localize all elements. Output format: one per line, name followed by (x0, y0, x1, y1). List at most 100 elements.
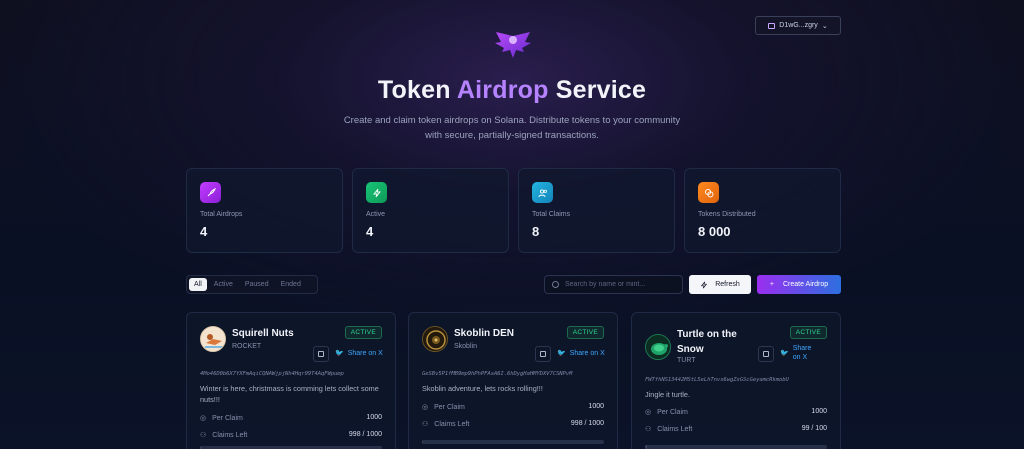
per-claim-row: ◎ Per Claim 1000 (645, 408, 827, 416)
stat-label: Tokens Distributed (698, 211, 756, 218)
mint-address: 4Mo46D0b6X7YXFmAqiCQNAWjpjNh4Hqr99T4AqFW… (200, 371, 344, 377)
chevron-down-icon: ⌄ (821, 22, 828, 30)
copy-mint-button[interactable] (313, 346, 329, 362)
per-claim-label: Per Claim (657, 408, 688, 416)
claims-left-row: ⚇ Claims Left 998 / 1000 (422, 420, 604, 428)
search-box (544, 275, 683, 294)
claims-left-label: Claims Left (212, 431, 248, 439)
copy-mint-button[interactable] (758, 346, 774, 362)
airdrop-description: Jingle it turtle. (645, 390, 691, 399)
token-avatar (645, 334, 671, 360)
stat-card-active: Active 4 (352, 168, 509, 253)
status-filter-tabs: All Active Paused Ended (186, 275, 318, 294)
stat-card-tokens-distributed: Tokens Distributed 8 000 (684, 168, 841, 253)
page-subtitle: Create and claim token airdrops on Solan… (343, 115, 681, 141)
claims-progress-bar (422, 440, 604, 444)
airdrop-card[interactable]: Squirell Nuts ROCKET ACTIVE 🐦 Share on X… (186, 312, 396, 449)
claims-left-value: 998 / 1000 (348, 431, 382, 438)
per-claim-value: 1000 (588, 403, 604, 410)
per-claim-row: ◎ Per Claim 1000 (200, 414, 382, 422)
wallet-icon (768, 22, 776, 29)
airdrop-card[interactable]: Turtle on the Snow TURT ACTIVE 🐦 Share o… (631, 312, 841, 449)
token-name: Skoblin DEN (454, 328, 515, 339)
per-claim-row: ◎ Per Claim 1000 (422, 403, 604, 411)
users-icon: ⚇ (422, 421, 429, 428)
token-symbol: ROCKET (232, 343, 262, 350)
share-label: Share on X (347, 349, 383, 357)
airdrop-description: Skoblin adventure, lets rocks rolling!!! (422, 384, 543, 393)
stat-value: 8 000 (698, 224, 731, 239)
wallet-button[interactable]: D1wG...zgry ⌄ (755, 16, 841, 35)
coins-icon: ◎ (200, 415, 207, 422)
eagle-logo-icon (495, 32, 531, 58)
per-claim-value: 1000 (811, 408, 827, 415)
tab-active[interactable]: Active (209, 278, 238, 291)
share-on-x-link[interactable]: 🐦 Share on X (335, 349, 383, 358)
stat-card-total-airdrops: Total Airdrops 4 (186, 168, 343, 253)
token-symbol: TURT (677, 357, 696, 364)
token-name: Squirell Nuts (232, 328, 294, 339)
claims-left-row: ⚇ Claims Left 99 / 100 (645, 425, 827, 433)
share-label: Share on X (792, 345, 812, 361)
title-part-1: Token (377, 76, 451, 104)
copy-icon (540, 351, 546, 357)
search-input[interactable] (565, 281, 675, 288)
token-symbol: Skoblin (454, 343, 477, 350)
coins-icon: ◎ (422, 404, 429, 411)
twitter-icon: 🐦 (780, 349, 789, 357)
status-badge: ACTIVE (344, 326, 382, 339)
create-airdrop-button[interactable]: + Create Airdrop (757, 275, 841, 294)
claims-progress-fill (645, 445, 647, 449)
tab-ended[interactable]: Ended (276, 278, 306, 291)
twitter-icon: 🐦 (335, 350, 344, 357)
stat-value: 8 (532, 224, 540, 239)
page-title: Token Airdrop Service (0, 76, 1024, 105)
airdrop-description: Winter is here, christmass is comming le… (200, 384, 379, 404)
share-on-x-link[interactable]: 🐦 Share on X (557, 349, 605, 358)
airdrop-card[interactable]: Skoblin DEN Skoblin ACTIVE 🐦 Share on X … (408, 312, 618, 449)
mint-address: GeSBv5P1fMB9mp9hPhPFAsA6I.6hDygHaHMYDXV7… (422, 371, 573, 377)
share-on-x-link[interactable]: 🐦 Share on X (780, 344, 818, 362)
search-icon (552, 281, 559, 288)
title-accent: Airdrop (456, 76, 549, 104)
create-airdrop-label: Create Airdrop (782, 281, 829, 288)
token-avatar (200, 326, 226, 352)
claims-left-label: Claims Left (657, 425, 693, 433)
per-claim-label: Per Claim (212, 414, 243, 422)
twitter-icon: 🐦 (557, 350, 566, 357)
copy-icon (763, 351, 769, 357)
token-avatar (422, 326, 448, 352)
per-claim-label: Per Claim (434, 403, 465, 411)
status-badge: ACTIVE (789, 326, 827, 339)
status-badge: ACTIVE (566, 326, 604, 339)
stat-value: 4 (200, 224, 208, 239)
claims-left-row: ⚇ Claims Left 998 / 1000 (200, 431, 382, 439)
wallet-address: D1wG...zgry (779, 22, 818, 29)
refresh-button[interactable]: Refresh (689, 275, 751, 294)
stat-label: Total Airdrops (200, 211, 243, 218)
tab-paused[interactable]: Paused (240, 278, 274, 291)
stat-label: Active (366, 211, 386, 218)
refresh-icon (701, 281, 708, 288)
copy-icon (318, 351, 324, 357)
share-label: Share on X (569, 349, 605, 357)
users-icon (532, 182, 553, 203)
claims-left-label: Claims Left (434, 420, 470, 428)
claims-left-value: 998 / 1000 (570, 420, 604, 427)
stat-card-total-claims: Total Claims 8 (518, 168, 675, 253)
users-icon: ⚇ (645, 426, 652, 433)
copy-mint-button[interactable] (535, 346, 551, 362)
users-icon: ⚇ (200, 432, 207, 439)
rocket-icon (200, 182, 221, 203)
tab-all[interactable]: All (189, 278, 207, 291)
stat-label: Total Claims (532, 211, 571, 218)
coins-icon (698, 182, 719, 203)
claims-left-value: 99 / 100 (801, 425, 827, 432)
mint-address: FWTfhNS13442MStL5eLhTnvs6wgZxGScGeyamcRk… (645, 377, 789, 383)
per-claim-value: 1000 (366, 414, 382, 421)
plus-icon: + (769, 281, 774, 288)
token-name: Turtle on the Snow (677, 329, 737, 355)
title-part-2: Service (555, 76, 647, 104)
stat-value: 4 (366, 224, 374, 239)
claims-progress-bar (645, 445, 827, 449)
